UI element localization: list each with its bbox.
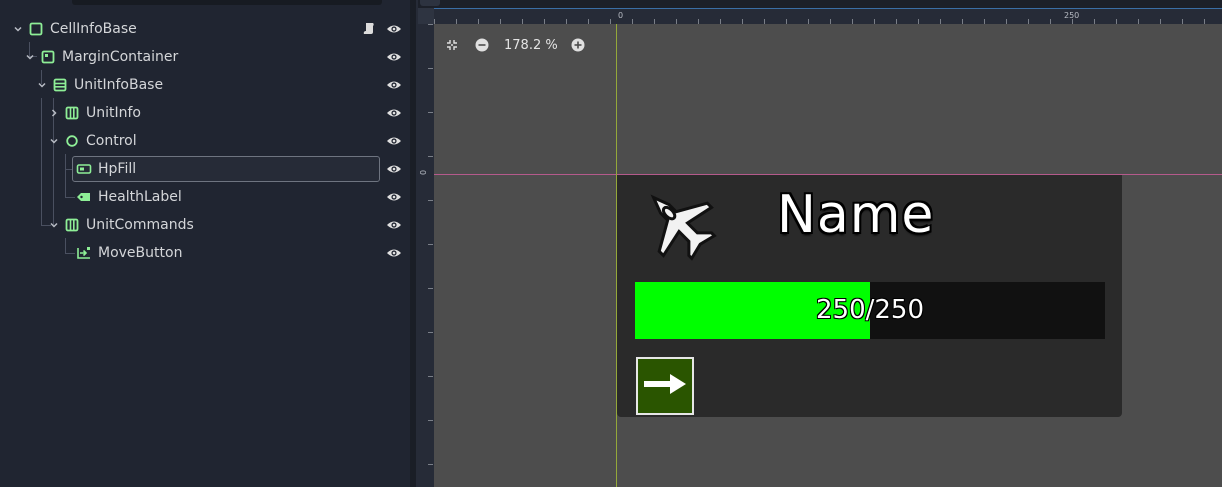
label-icon: [76, 189, 92, 205]
ruler-tick: [428, 376, 433, 377]
ruler-tick: [428, 464, 433, 465]
ruler-tick: [428, 156, 433, 157]
tree-row-unitinfo[interactable]: UnitInfo: [8, 100, 408, 126]
chevron-down-icon[interactable]: [12, 23, 24, 35]
tree-filter-bar[interactable]: [72, 0, 382, 5]
visibility-eye-icon[interactable]: [386, 217, 402, 233]
control-node-icon: [28, 21, 44, 37]
zoom-level-label[interactable]: 178.2 %: [504, 38, 558, 53]
tree-row-label: Control: [86, 133, 137, 149]
ruler-tick: [428, 288, 433, 289]
tree-row-label: CellInfoBase: [50, 21, 137, 37]
hp-progress-bar: 250/250: [635, 282, 1105, 339]
ruler-label-zero: 0: [419, 169, 429, 176]
ruler-tick: [428, 68, 433, 69]
control-circle-icon: [64, 133, 80, 149]
tree-row-control[interactable]: Control: [8, 128, 408, 154]
tree-row-label: UnitInfoBase: [74, 77, 164, 93]
visibility-eye-icon[interactable]: [386, 77, 402, 93]
arrow-right-icon: [642, 371, 688, 401]
zoom-toolbar: 178.2 %: [444, 36, 586, 54]
zoom-out-icon[interactable]: [474, 37, 490, 53]
tree-row-label: HpFill: [98, 161, 137, 177]
ruler-tick: [428, 24, 433, 25]
vertical-ruler[interactable]: 0: [418, 24, 434, 487]
tree-row-movebutton[interactable]: MoveButton: [8, 240, 408, 266]
tree-row-label: MarginContainer: [62, 49, 179, 65]
tree-row-label: HealthLabel: [98, 189, 182, 205]
cell-info-card[interactable]: Name 250/250: [617, 175, 1122, 417]
ruler-tick: [428, 244, 433, 245]
canvas-editor: 0 250 0 178.2 % Name 250/250: [418, 0, 1222, 487]
tree-row-hpfill[interactable]: HpFill: [8, 156, 408, 182]
ruler-tick: [428, 420, 433, 421]
tree-row-label: UnitCommands: [86, 217, 194, 233]
horizontal-ruler[interactable]: 0 250: [434, 8, 1222, 25]
ruler-tick: [428, 200, 433, 201]
ruler-corner: [418, 8, 434, 24]
editor-tab[interactable]: [420, 0, 440, 6]
tree-row-healthlabel[interactable]: HealthLabel: [8, 184, 408, 210]
visibility-eye-icon[interactable]: [386, 49, 402, 65]
script-icon[interactable]: [362, 21, 378, 37]
health-label: 250/250: [815, 295, 924, 325]
tree-row-unitcommands[interactable]: UnitCommands: [8, 212, 408, 238]
tree-row-unitinfobase[interactable]: UnitInfoBase: [8, 72, 408, 98]
canvas-viewport[interactable]: 178.2 % Name 250/250: [434, 24, 1222, 487]
visibility-eye-icon[interactable]: [386, 161, 402, 177]
ruler-tick: [428, 112, 433, 113]
hbox-container-icon: [64, 105, 80, 121]
vbox-container-icon: [52, 77, 68, 93]
visibility-eye-icon[interactable]: [386, 133, 402, 149]
chevron-down-icon[interactable]: [36, 79, 48, 91]
tree-row-cellinfobase[interactable]: CellInfoBase: [8, 16, 408, 42]
visibility-eye-icon[interactable]: [386, 245, 402, 261]
zoom-in-icon[interactable]: [570, 37, 586, 53]
chevron-down-icon[interactable]: [48, 135, 60, 147]
chevron-down-icon[interactable]: [48, 219, 60, 231]
chevron-down-icon[interactable]: [24, 51, 36, 63]
margin-container-icon: [40, 49, 56, 65]
editor-top-strip: [418, 0, 1222, 8]
tree-row-margincontainer[interactable]: MarginContainer: [8, 44, 408, 70]
chevron-right-icon[interactable]: [48, 107, 60, 119]
scene-tree-panel: CellInfoBase MarginContainer UnitInfoBas…: [0, 0, 410, 487]
progress-bar-icon: [76, 161, 92, 177]
visibility-eye-icon[interactable]: [386, 105, 402, 121]
ruler-tick: [428, 332, 433, 333]
fighter-jet-icon: [639, 183, 719, 263]
tree-row-label: UnitInfo: [86, 105, 141, 121]
center-view-icon[interactable]: [444, 37, 460, 53]
texture-button-icon: [76, 245, 92, 261]
hbox-container-icon: [64, 217, 80, 233]
visibility-eye-icon[interactable]: [386, 21, 402, 37]
unit-name-label: Name: [777, 185, 935, 245]
move-button[interactable]: [636, 357, 694, 415]
ruler-label-zero: 0: [618, 11, 624, 20]
tree-row-label: MoveButton: [98, 245, 183, 261]
visibility-eye-icon[interactable]: [386, 189, 402, 205]
